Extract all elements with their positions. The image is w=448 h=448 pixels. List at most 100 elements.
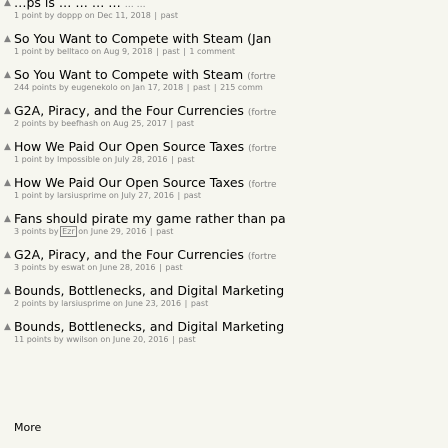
upvote-arrow-icon[interactable]: ▲	[4, 68, 11, 82]
by-label: by	[48, 227, 59, 236]
story-points: 1 point	[14, 155, 43, 164]
story-subtext: 1 point by doppp on Dec 11, 2018 | past	[14, 11, 178, 21]
separator: |	[213, 83, 217, 92]
story-user[interactable]: wwilson	[66, 335, 98, 344]
story-site[interactable]: (fortre	[247, 72, 275, 82]
story-age[interactable]: on June 28, 2016	[87, 263, 155, 272]
by-label: by	[44, 191, 55, 200]
story-comments-link[interactable]: 1 comment	[189, 47, 235, 56]
story-user[interactable]: Impossible	[57, 155, 100, 164]
separator: |	[172, 335, 175, 344]
story-user[interactable]: belltaco	[57, 47, 89, 56]
story-subtext: 3 points by Ezr on June 29, 2016 | past	[14, 226, 173, 237]
by-label: by	[48, 299, 59, 308]
story-title-link[interactable]: So You Want to Compete with Steam (Jan	[14, 30, 271, 47]
by-label: by	[48, 263, 59, 272]
story-site[interactable]: (fortre	[248, 108, 276, 118]
story-age[interactable]: on June 29, 2016	[78, 227, 146, 236]
story-subtext: 1 point by belltaco on Aug 9, 2018 | pas…	[14, 47, 235, 57]
story-age[interactable]: on Aug 9, 2018	[91, 47, 152, 56]
story-user[interactable]: larsiusprime	[61, 299, 110, 308]
by-label: by	[44, 47, 55, 56]
story-user[interactable]: beefhash	[61, 119, 98, 128]
separator: |	[170, 119, 174, 128]
story-past-link[interactable]: past	[178, 335, 195, 344]
story-subtext: 1 point by Impossible on July 28, 2016 |…	[14, 155, 195, 165]
upvote-arrow-icon[interactable]: ▲	[4, 320, 11, 334]
story-site[interactable]: (fortre	[248, 144, 276, 154]
story-past-link[interactable]: past	[165, 263, 182, 272]
story-item: ▲ Bounds, Bottlenecks, and Digital Marke…	[0, 318, 448, 354]
story-age[interactable]: on July 27, 2016	[109, 191, 174, 200]
story-item: ▲ Fans should pirate my game rather than…	[0, 210, 448, 246]
story-points: 3 points	[14, 227, 47, 236]
by-label: by	[53, 335, 64, 344]
separator: |	[154, 11, 158, 20]
upvote-arrow-icon[interactable]: ▲	[4, 104, 11, 118]
story-past-link[interactable]: past	[177, 119, 194, 128]
separator: |	[171, 155, 174, 164]
story-subtext: 1 point by larsiusprime on July 27, 2016…	[14, 191, 201, 201]
upvote-arrow-icon[interactable]: ▲	[4, 140, 11, 154]
story-points: 1 point	[14, 47, 43, 56]
upvote-arrow-icon[interactable]: ▲	[4, 32, 11, 46]
upvote-arrow-icon[interactable]: ▲	[4, 248, 11, 262]
story-past-link[interactable]: past	[184, 191, 201, 200]
upvote-arrow-icon[interactable]: ▲	[4, 284, 11, 298]
story-item: ▲ How We Paid Our Open Source Taxes (for…	[0, 138, 448, 174]
story-past-link[interactable]: past	[161, 11, 178, 20]
story-item: ▲ Bounds, Bottlenecks, and Digital Marke…	[0, 282, 448, 318]
story-points: 3 points	[14, 263, 47, 272]
story-user[interactable]: larsiusprime	[57, 191, 106, 200]
story-title-link[interactable]: Bounds, Bottlenecks, and Digital Marketi…	[14, 282, 284, 299]
by-label: by	[48, 119, 59, 128]
by-label: by	[44, 11, 55, 20]
story-age[interactable]: on June 23, 2016	[113, 299, 181, 308]
story-age[interactable]: on Jan 17, 2018	[120, 83, 183, 92]
story-subtext: 11 points by wwilson on June 20, 2016 | …	[14, 335, 196, 345]
story-title-link[interactable]: Bounds, Bottlenecks, and Digital Marketi…	[14, 318, 284, 335]
story-points: 244 points	[14, 83, 57, 92]
story-points: 11 points	[14, 335, 52, 344]
story-user[interactable]: Ezr	[60, 226, 77, 237]
story-age[interactable]: on Dec 11, 2018	[85, 11, 151, 20]
story-item: ▲ So You Want to Compete with Steam (for…	[0, 66, 448, 102]
story-age[interactable]: on June 20, 2016	[100, 335, 168, 344]
story-past-link[interactable]: past	[156, 227, 173, 236]
story-points: 2 points	[14, 299, 47, 308]
story-subtext: 2 points by beefhash on Aug 25, 2017 | p…	[14, 119, 194, 129]
story-points: 1 point	[14, 11, 43, 20]
upvote-arrow-icon[interactable]: ▲	[4, 0, 11, 10]
story-user[interactable]: eswat	[61, 263, 85, 272]
upvote-arrow-icon[interactable]: ▲	[4, 176, 11, 190]
separator: |	[158, 263, 162, 272]
story-points: 2 points	[14, 119, 47, 128]
story-age[interactable]: on Aug 25, 2017	[101, 119, 167, 128]
by-label: by	[58, 83, 69, 92]
story-item: ▲ So You Want to Compete with Steam (Jan…	[0, 30, 448, 66]
story-age[interactable]: on July 28, 2016	[102, 155, 167, 164]
story-user[interactable]: eugenekolo	[71, 83, 117, 92]
story-past-link[interactable]: past	[193, 83, 210, 92]
story-site[interactable]: … …	[125, 0, 146, 10]
story-item: ▲ G2A, Piracy, and the Four Currencies (…	[0, 102, 448, 138]
more-link[interactable]: More	[14, 421, 41, 434]
story-past-link[interactable]: past	[177, 155, 194, 164]
by-label: by	[44, 155, 55, 164]
story-site[interactable]: (fortre	[248, 252, 276, 262]
story-user[interactable]: doppp	[57, 11, 82, 20]
separator: |	[149, 227, 153, 236]
separator: |	[183, 47, 186, 56]
separator: |	[184, 299, 188, 308]
separator: |	[186, 83, 190, 92]
story-item: ▲ …ps is … … … … … … 1 point by doppp on…	[0, 0, 448, 30]
story-item: ▲ G2A, Piracy, and the Four Currencies (…	[0, 246, 448, 282]
story-title-link[interactable]: Fans should pirate my game rather than p…	[14, 210, 286, 227]
separator: |	[177, 191, 181, 200]
story-past-link[interactable]: past	[191, 299, 208, 308]
upvote-arrow-icon[interactable]: ▲	[4, 212, 11, 226]
story-past-link[interactable]: past	[162, 47, 179, 56]
story-comments-link[interactable]: 215 comm	[220, 83, 263, 92]
story-site[interactable]: (fortre	[248, 180, 276, 190]
story-subtext: 244 points by eugenekolo on Jan 17, 2018…	[14, 83, 263, 93]
